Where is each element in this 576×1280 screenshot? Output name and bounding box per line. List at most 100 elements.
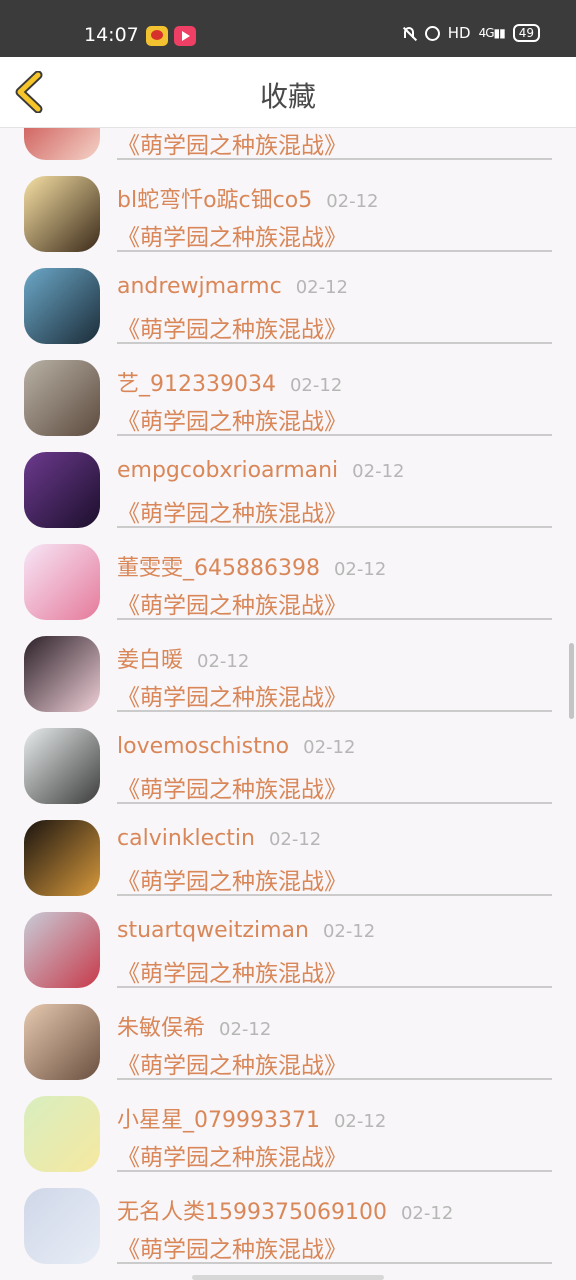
username[interactable]: andrewjmarmc 02-12: [117, 274, 348, 299]
username[interactable]: 小星星_079993371 02-12: [117, 1102, 386, 1134]
list-item[interactable]: andrewjmarmc 02-12 《萌学园之种族混战》: [0, 258, 576, 350]
username-text: 朱敏俣希: [117, 1016, 206, 1041]
avatar-girl-flowers[interactable]: [24, 360, 100, 436]
status-time: 14:07: [84, 24, 139, 46]
work-title-link[interactable]: 《萌学园之种族混战》: [117, 128, 347, 160]
username[interactable]: 艺_912339034 02-12: [117, 366, 342, 398]
favorites-list[interactable]: 《萌学园之种族混战》 bl蛇弯忏o踮c钿co5 02-12 《萌学园之种族混战》 and…: [0, 128, 576, 1280]
username[interactable]: stuartqweitziman 02-12: [117, 918, 375, 943]
avatar-silhouette-purple[interactable]: [24, 452, 100, 528]
username-text: empgcobxrioarmani: [117, 458, 339, 483]
username[interactable]: 姜白暖 02-12: [117, 642, 249, 674]
avatar-girl-portrait[interactable]: [24, 636, 100, 712]
work-title-link[interactable]: 《萌学园之种族混战》: [117, 678, 347, 712]
avatar-bunny-strawberry[interactable]: [24, 544, 100, 620]
date-label: 02-12: [295, 277, 349, 298]
list-item[interactable]: stuartqweitziman 02-12 《萌学园之种族混战》: [0, 902, 576, 994]
hd-label: HD: [447, 24, 471, 42]
username-text: 无名人类1599375069100: [117, 1200, 387, 1225]
date-label: 02-12: [322, 921, 376, 942]
battery-icon: 49: [512, 24, 540, 42]
date-label: 02-12: [333, 559, 387, 580]
page-title: 收藏: [259, 80, 316, 113]
username-text: 艺_912339034: [117, 372, 276, 397]
avatar-default-person[interactable]: [24, 1188, 100, 1264]
list-item[interactable]: calvinklectin 02-12 《萌学园之种族混战》: [0, 810, 576, 902]
avatar-anime-blonde[interactable]: [24, 1096, 100, 1172]
list-item[interactable]: 姜白暖 02-12 《萌学园之种族混战》: [0, 626, 576, 718]
work-title-link[interactable]: 《萌学园之种族混战》: [117, 1046, 347, 1080]
avatar-girl-white[interactable]: [24, 728, 100, 804]
work-title-link[interactable]: 《萌学园之种族混战》: [117, 954, 347, 988]
header: 收藏: [0, 57, 576, 128]
network-type: 4G: [478, 26, 495, 40]
alarm-icon: [424, 25, 440, 41]
username[interactable]: calvinklectin 02-12: [117, 826, 321, 851]
username[interactable]: empgcobxrioarmani 02-12: [117, 458, 404, 483]
divider: [117, 802, 552, 804]
status-bar: 14:07 HD 4G▮▮ 49: [0, 0, 576, 57]
status-icons: HD 4G▮▮ 49: [401, 24, 540, 42]
work-title-link[interactable]: 《萌学园之种族混战》: [117, 770, 347, 804]
username-text: calvinklectin: [117, 826, 255, 851]
work-title-link[interactable]: 《萌学园之种族混战》: [117, 218, 347, 252]
divider: [117, 434, 552, 436]
work-title-link[interactable]: 《萌学园之种族混战》: [117, 310, 347, 344]
avatar-anime-red[interactable]: [24, 128, 100, 160]
divider: [117, 1262, 552, 1264]
date-label: 02-12: [333, 1111, 387, 1132]
username-text: bl蛇弯忏o踮c钿co5: [117, 188, 313, 213]
avatar-giraffe[interactable]: [24, 176, 100, 252]
list-item[interactable]: 朱敏俣希 02-12 《萌学园之种族混战》: [0, 994, 576, 1086]
divider: [117, 1170, 552, 1172]
list-item[interactable]: 《萌学园之种族混战》: [0, 128, 576, 166]
divider: [117, 158, 552, 160]
work-title-link[interactable]: 《萌学园之种族混战》: [117, 586, 347, 620]
date-label: 02-12: [197, 651, 250, 672]
list-item[interactable]: lovemoschistno 02-12 《萌学园之种族混战》: [0, 718, 576, 810]
date-label: 02-12: [219, 1019, 272, 1040]
avatar-underwater[interactable]: [24, 268, 100, 344]
home-indicator[interactable]: [192, 1275, 384, 1280]
divider: [117, 526, 552, 528]
date-label: 02-12: [352, 461, 405, 482]
work-title-link[interactable]: 《萌学园之种族混战》: [117, 494, 347, 528]
work-title-link[interactable]: 《萌学园之种族混战》: [117, 862, 347, 896]
list-item[interactable]: bl蛇弯忏o踮c钿co5 02-12 《萌学园之种族混战》: [0, 166, 576, 258]
avatar-candles[interactable]: [24, 820, 100, 896]
date-label: 02-12: [400, 1203, 454, 1224]
work-title-link[interactable]: 《萌学园之种族混战》: [117, 1230, 347, 1264]
list-item[interactable]: 无名人类1599375069100 02-12 《萌学园之种族混战》: [0, 1178, 576, 1270]
weibo-app-icon: [146, 26, 168, 46]
list-item[interactable]: 董雯雯_645886398 02-12 《萌学园之种族混战》: [0, 534, 576, 626]
date-label: 02-12: [289, 375, 343, 396]
divider: [117, 986, 552, 988]
work-title-link[interactable]: 《萌学园之种族混战》: [117, 1138, 347, 1172]
video-app-icon: [174, 26, 196, 46]
username-text: lovemoschistno: [117, 734, 290, 759]
username-text: stuartqweitziman: [117, 918, 309, 943]
bell-muted-icon: [401, 25, 417, 41]
username[interactable]: 无名人类1599375069100 02-12: [117, 1194, 453, 1226]
list-item[interactable]: 小星星_079993371 02-12 《萌学园之种族混战》: [0, 1086, 576, 1178]
list-item[interactable]: empgcobxrioarmani 02-12 《萌学园之种族混战》: [0, 442, 576, 534]
username[interactable]: 朱敏俣希 02-12: [117, 1010, 271, 1042]
work-title-link[interactable]: 《萌学园之种族混战》: [117, 402, 347, 436]
username[interactable]: 董雯雯_645886398 02-12: [117, 550, 386, 582]
avatar-girl-heart[interactable]: [24, 912, 100, 988]
username-text: 姜白暖: [117, 648, 184, 673]
divider: [117, 342, 552, 344]
list-item[interactable]: 艺_912339034 02-12 《萌学园之种族混战》: [0, 350, 576, 442]
divider: [117, 1078, 552, 1080]
date-label: 02-12: [303, 737, 356, 758]
avatar-girl-sunlight[interactable]: [24, 1004, 100, 1080]
username[interactable]: lovemoschistno 02-12: [117, 734, 355, 759]
signal-icon: 4G▮▮: [478, 26, 506, 40]
username-text: andrewjmarmc: [117, 274, 282, 299]
username-text: 董雯雯_645886398: [117, 556, 320, 581]
divider: [117, 894, 552, 896]
username[interactable]: bl蛇弯忏o踮c钿co5 02-12: [117, 182, 379, 214]
divider: [117, 250, 552, 252]
date-label: 02-12: [326, 191, 379, 212]
scrollbar-thumb[interactable]: [569, 643, 574, 719]
